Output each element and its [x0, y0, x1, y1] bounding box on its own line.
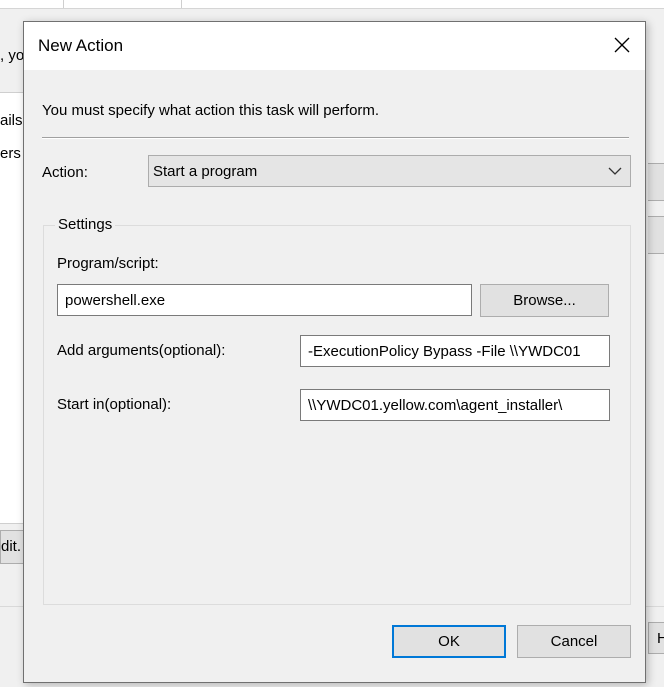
- background-row-text: ers: [0, 145, 21, 162]
- action-dropdown[interactable]: Start a program: [148, 155, 631, 187]
- separator: [42, 137, 629, 139]
- close-button[interactable]: [599, 22, 645, 68]
- background-row-text: ails: [0, 112, 23, 129]
- instruction-text: You must specify what action this task w…: [42, 102, 380, 119]
- start-in-label: Start in(optional):: [57, 396, 172, 413]
- background-text-fragment: , yo: [0, 47, 23, 64]
- program-script-label: Program/script:: [57, 255, 159, 272]
- start-in-input[interactable]: \\YWDC01.yellow.com\agent_installer\: [300, 389, 610, 421]
- dialog-title: New Action: [38, 36, 124, 55]
- program-script-input[interactable]: powershell.exe: [57, 284, 472, 316]
- action-dropdown-value: Start a program: [153, 162, 258, 180]
- action-label: Action:: [42, 164, 88, 181]
- dialog-titlebar: New Action: [24, 22, 645, 70]
- background-help-button[interactable]: H: [648, 622, 664, 654]
- background-right-control: [648, 163, 664, 201]
- background-tab-divider: [181, 0, 182, 8]
- background-tab-divider: [63, 0, 64, 8]
- browse-button[interactable]: Browse...: [480, 284, 609, 317]
- ok-button[interactable]: OK: [392, 625, 506, 658]
- background-window-topbar: [0, 0, 664, 9]
- close-icon: [614, 37, 630, 53]
- chevron-down-icon: [608, 167, 622, 175]
- settings-legend: Settings: [55, 216, 116, 233]
- background-right-control: [648, 216, 664, 254]
- background-edit-button[interactable]: dit.: [0, 530, 25, 564]
- arguments-input[interactable]: -ExecutionPolicy Bypass -File \\YWDC01: [300, 335, 610, 367]
- new-action-dialog: New Action You must specify what action …: [23, 21, 646, 683]
- cancel-button[interactable]: Cancel: [517, 625, 631, 658]
- arguments-label: Add arguments(optional):: [57, 342, 226, 359]
